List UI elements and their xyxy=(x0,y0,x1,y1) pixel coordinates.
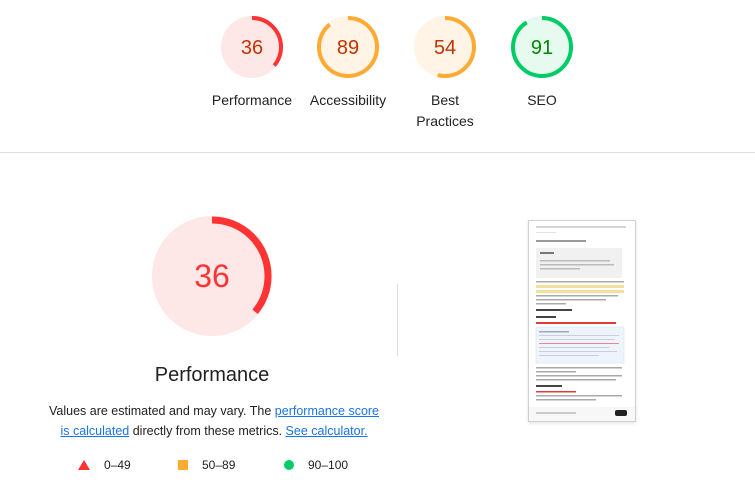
gauge-best-practices-label: Best Practices xyxy=(416,92,474,129)
gauge-accessibility-label: Accessibility xyxy=(309,92,387,108)
score-legend: 0–49 50–89 90–100 xyxy=(0,458,420,474)
legend-pass: 90–100 xyxy=(284,458,348,472)
performance-title: Performance xyxy=(154,364,270,386)
performance-description: Values are estimated and may vary. The p… xyxy=(48,404,380,438)
gauge-best-practices[interactable]: 54 Best Practices xyxy=(390,14,500,132)
legend-fail: 0–49 xyxy=(78,458,131,472)
gauge-performance-ring: 36 xyxy=(221,16,283,78)
triangle-icon xyxy=(78,460,90,470)
gauge-best-practices-ring: 54 xyxy=(414,16,476,78)
circle-icon xyxy=(284,460,294,470)
gauge-best-practices-score: 54 xyxy=(434,37,456,59)
gauge-accessibility-ring: 89 xyxy=(317,16,379,78)
final-screenshot-thumbnail[interactable] xyxy=(528,220,636,422)
gauge-accessibility-score: 89 xyxy=(337,37,359,59)
legend-average: 50–89 xyxy=(178,458,235,472)
gauge-performance-score: 36 xyxy=(241,37,263,59)
gauge-seo-score: 91 xyxy=(531,37,553,59)
gauge-seo[interactable]: 91 SEO xyxy=(487,14,597,111)
screenshot-preview-image xyxy=(529,221,635,421)
legend-fail-label: 0–49 xyxy=(104,458,131,472)
gauge-performance-label: Performance xyxy=(211,92,293,108)
performance-gauge-large-ring: 36 xyxy=(152,216,272,336)
legend-average-label: 50–89 xyxy=(202,458,236,472)
gauge-accessibility[interactable]: 89 Accessibility xyxy=(293,14,403,111)
gauge-seo-ring: 91 xyxy=(511,16,573,78)
performance-score-large: 36 xyxy=(194,258,230,294)
gauge-performance[interactable]: 36 Performance xyxy=(197,14,307,111)
vertical-divider xyxy=(397,284,398,356)
gauge-seo-label: SEO xyxy=(527,92,557,108)
see-calculator-link[interactable]: See calculator. xyxy=(286,424,368,438)
section-divider xyxy=(0,152,755,153)
square-icon xyxy=(178,460,188,470)
category-gauges: 36 Performance 89 Accessibility 54 Best P… xyxy=(0,0,755,152)
legend-pass-label: 90–100 xyxy=(308,458,349,472)
performance-gauge-large: 36 xyxy=(150,214,274,338)
